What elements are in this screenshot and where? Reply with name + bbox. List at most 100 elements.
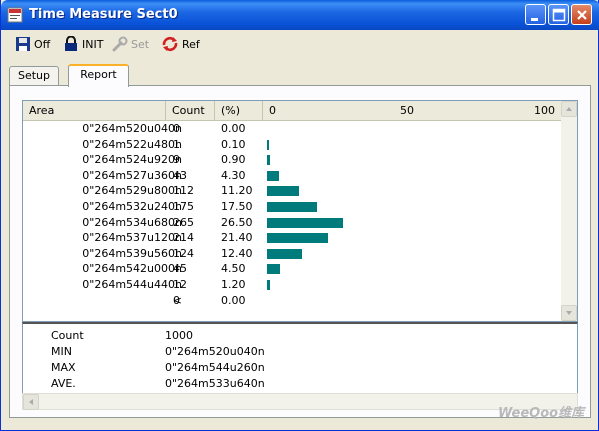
header-area[interactable]: Area: [23, 101, 166, 121]
cell-area: 0"264m539u560n: [82, 246, 182, 260]
up-arrow-icon: [566, 107, 572, 111]
cell-count: 0: [173, 122, 180, 135]
cell-count: 124: [173, 246, 194, 260]
summary-label: Count: [51, 329, 84, 342]
init-button[interactable]: INIT: [63, 34, 103, 54]
summary-value: 0"264m520u040n: [165, 345, 265, 358]
histogram-bar: [267, 139, 269, 150]
close-icon: [577, 10, 587, 20]
table-row[interactable]: 0"264m534u680n 265 26.50: [23, 215, 563, 231]
table-row[interactable]: 0"264m537u120n 214 21.40: [23, 230, 563, 246]
table-row[interactable]: 0"264m544u440n 12 1.20: [23, 277, 563, 293]
cell-percent: 0.00: [221, 293, 246, 307]
scale-max: 100: [534, 104, 555, 117]
minimize-button[interactable]: [525, 4, 546, 25]
set-label: Set: [131, 37, 150, 51]
watermark: WeeQoo维库: [498, 406, 585, 421]
cell-count: 265: [173, 215, 194, 229]
cell-percent: 12.40: [221, 246, 253, 260]
down-arrow-icon: [566, 311, 572, 315]
header-count[interactable]: Count: [166, 101, 215, 121]
title-bar[interactable]: Time Measure Sect0: [1, 0, 599, 30]
lock-icon: [65, 36, 77, 51]
cell-area: 0"264m534u680n: [82, 215, 182, 229]
minimize-icon: [531, 18, 538, 21]
tab-report[interactable]: Report: [68, 64, 129, 87]
save-icon: [16, 37, 30, 51]
cell-percent: 17.50: [221, 199, 253, 213]
cell-count: 12: [173, 277, 187, 291]
histogram-bar: [267, 264, 280, 275]
scroll-left-button[interactable]: [23, 394, 39, 410]
cell-count: 9: [173, 153, 180, 167]
maximize-icon: [552, 8, 566, 22]
cell-percent: 0.90: [221, 153, 246, 167]
cell-percent: 0.00: [221, 122, 246, 135]
scroll-down-button[interactable]: [561, 305, 577, 321]
table-row[interactable]: 0"264m527u360n 43 4.30: [23, 168, 563, 184]
cell-count: 175: [173, 199, 194, 213]
summary-label: MAX: [51, 361, 76, 374]
ref-button[interactable]: Ref: [161, 34, 200, 54]
header-scale[interactable]: 0 50 100: [263, 101, 563, 121]
table-row[interactable]: 0"264m542u000n 45 4.50: [23, 261, 563, 277]
horizontal-scrollbar[interactable]: [22, 393, 578, 410]
off-button[interactable]: Off: [15, 34, 50, 54]
table-header: Area Count (%) 0 50 100: [23, 101, 563, 121]
cell-percent: 21.40: [221, 231, 253, 245]
cell-count: 1: [173, 137, 180, 151]
table-body: 0"264m520u040n 0 0.00 0"264m522u480n 1 0.10 0"…: [23, 121, 563, 308]
close-button[interactable]: [571, 4, 592, 25]
summary-panel: Count 1000 MIN 0"264m520u040n MAX 0"264m544u2…: [22, 322, 578, 394]
refresh-icon: [162, 36, 178, 52]
header-percent[interactable]: (%): [215, 101, 263, 121]
off-label: Off: [34, 37, 51, 51]
maximize-button[interactable]: [548, 4, 569, 25]
toolbar: Off INIT Set Ref: [5, 32, 595, 56]
vertical-scrollbar[interactable]: [561, 101, 577, 321]
cell-count: 112: [173, 184, 194, 198]
summary-value: 0"264m533u640n: [165, 377, 265, 390]
cell-area: 0"264m522u480n: [82, 137, 182, 151]
scale-min: 0: [269, 104, 276, 117]
cell-area: 0"264m542u000n: [82, 262, 182, 276]
summary-value: 1000: [165, 329, 193, 342]
histogram-bar: [267, 155, 270, 166]
table-row[interactable]: 0"264m539u560n 124 12.40: [23, 246, 563, 262]
histogram-table: Area Count (%) 0 50 100 0"264m520u040n 0 0…: [22, 100, 578, 322]
table-row[interactable]: 0"264m529u800n 112 11.20: [23, 183, 563, 199]
cell-count: 0: [173, 293, 180, 307]
table-row[interactable]: 0"264m522u480n 1 0.10: [23, 137, 563, 153]
set-button[interactable]: Set: [112, 34, 149, 54]
histogram-bar: [267, 201, 318, 212]
table-row[interactable]: 0"264m524u920n 9 0.90: [23, 152, 563, 168]
init-label: INIT: [82, 37, 104, 51]
histogram-bar: [267, 233, 329, 244]
cell-percent: 4.50: [221, 262, 246, 276]
cell-percent: 1.20: [221, 277, 246, 291]
histogram-bar: [267, 217, 343, 228]
cell-area: 0"264m520u040n: [82, 122, 182, 135]
summary-value: 0"264m544u260n: [165, 361, 265, 374]
cell-area: 0"264m527u360n: [82, 168, 182, 182]
cell-area: 0"264m529u800n: [82, 184, 182, 198]
app-icon: [7, 7, 23, 23]
scale-mid: 50: [400, 104, 414, 117]
table-row[interactable]: 0"264m520u040n 0 0.00: [23, 121, 563, 137]
cell-percent: 4.30: [221, 168, 246, 182]
cell-count: 214: [173, 231, 194, 245]
tab-setup[interactable]: Setup: [9, 66, 59, 86]
cell-area: 0"264m532u240n: [82, 199, 182, 213]
wrench-icon: [112, 36, 128, 52]
cell-area: 0"264m544u440n: [82, 277, 182, 291]
left-arrow-icon: [29, 399, 33, 405]
table-row[interactable]: <0 0.00: [23, 293, 563, 309]
cell-area: 0"264m537u120n: [82, 231, 182, 245]
histogram-bar: [267, 170, 280, 181]
table-row[interactable]: 0"264m532u240n 175 17.50: [23, 199, 563, 215]
window-title: Time Measure Sect0: [29, 7, 178, 22]
main-window: Time Measure Sect0 Off INIT Set Ref Setu…: [0, 0, 599, 431]
ref-label: Ref: [182, 37, 200, 51]
scroll-up-button[interactable]: [561, 101, 577, 117]
histogram-bar: [267, 186, 300, 197]
